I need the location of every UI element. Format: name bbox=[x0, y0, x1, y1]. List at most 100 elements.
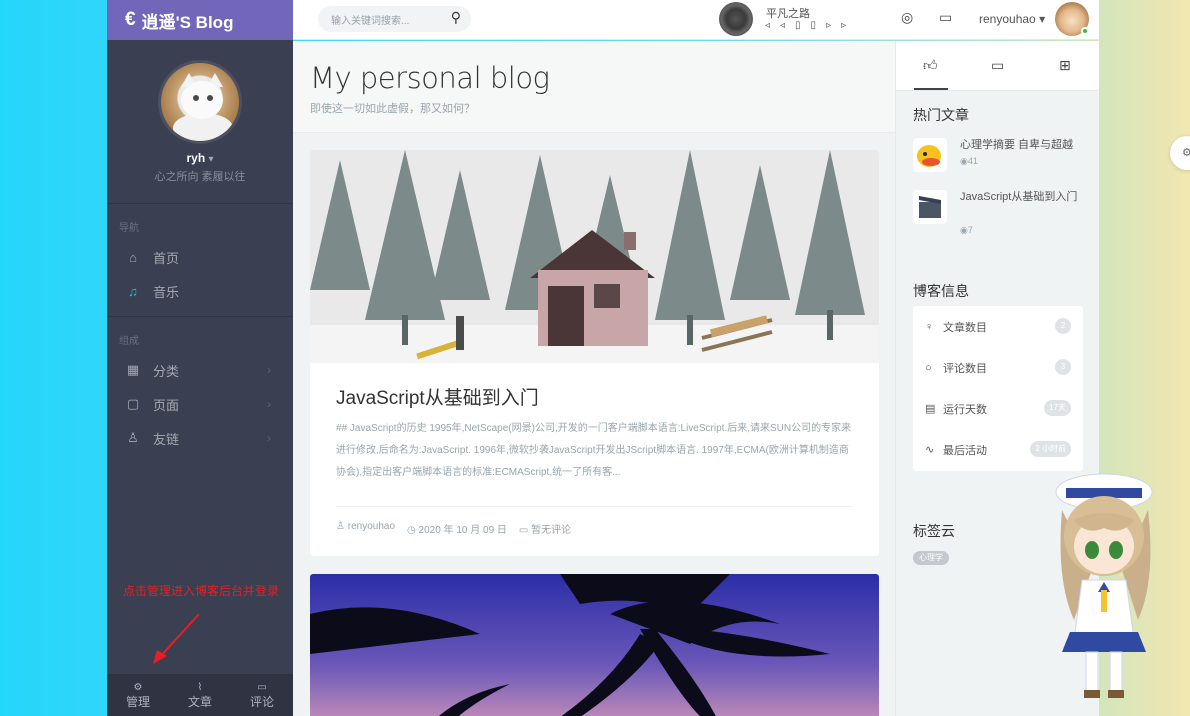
music-cover[interactable] bbox=[719, 2, 753, 36]
profile-name-label: ryh bbox=[186, 151, 206, 165]
page-subtitle: 即使这一切如此虚假，那又如何？ bbox=[310, 103, 475, 115]
user-icon: ♙ bbox=[127, 430, 139, 445]
info-label: 评论数目 bbox=[943, 362, 987, 375]
compose-header: 组成 bbox=[119, 336, 139, 347]
profile: ryh ▾ 心之所向 素履以往 bbox=[107, 40, 293, 204]
gear-icon: ⚙ bbox=[133, 682, 143, 693]
info-row-posts: ♀ 文章数目 2 bbox=[913, 306, 1083, 347]
clapper-thumbnail bbox=[913, 190, 947, 224]
sidebar-item-music[interactable]: ♫ 音乐 bbox=[107, 274, 293, 308]
brand-logo[interactable]: € 逍遥'S Blog bbox=[107, 0, 293, 40]
search-input[interactable]: 输入关键词搜索... ⚲ bbox=[318, 6, 471, 32]
post-author: ♙ renyouhao bbox=[336, 521, 395, 536]
post-date-label: 2020 年 10 月 09 日 bbox=[418, 525, 507, 536]
page-header: My personal blog 即使这一切如此虚假，那又如何？ bbox=[293, 41, 895, 133]
search-icon[interactable]: ⚲ bbox=[451, 9, 461, 26]
sidebar-item-links[interactable]: ♙ 友链 › bbox=[107, 421, 293, 455]
chevron-right-icon: › bbox=[267, 363, 271, 377]
sidebar-item-home[interactable]: ⌂ 首页 bbox=[107, 240, 293, 274]
page-title: My personal blog bbox=[310, 61, 550, 95]
tab-hot-thumbs-up-icon[interactable]: 👍︎ bbox=[923, 57, 938, 74]
compose-section: 组成 ▦ 分类 › ▢ 页面 › ♙ 友链 › bbox=[107, 317, 293, 455]
admin-label: 管理 bbox=[125, 695, 150, 709]
comments-button[interactable]: ▭ 评论 bbox=[250, 681, 274, 709]
posts-button[interactable]: ⌇ 文章 bbox=[188, 681, 212, 709]
info-row-comments: ○ 评论数目 3 bbox=[913, 347, 1083, 388]
tab-gift-icon[interactable]: ⊞ bbox=[1059, 57, 1071, 74]
sidebar-item-pages[interactable]: ▢ 页面 › bbox=[107, 387, 293, 421]
arrow-icon bbox=[153, 613, 200, 664]
music-icon: ♫ bbox=[128, 283, 138, 299]
bulb-icon: ♀ bbox=[925, 320, 934, 333]
user-menu[interactable]: renyouhao ▾ bbox=[979, 12, 1045, 26]
song-title: 平凡之路 bbox=[766, 8, 810, 20]
hot-post-views-count: 41 bbox=[967, 156, 978, 166]
comment-icon: ▭ bbox=[518, 525, 532, 536]
calendar-icon: ▤ bbox=[925, 403, 936, 415]
info-badge: 2 bbox=[1055, 318, 1071, 334]
sidebar-item-label: 音乐 bbox=[153, 284, 180, 300]
tag-chip[interactable]: 心理学 bbox=[913, 551, 949, 565]
eye-icon: ◉ bbox=[960, 225, 968, 235]
comments-label: 评论 bbox=[249, 695, 274, 709]
next-icon[interactable]: ▹▹ bbox=[826, 20, 856, 31]
avatar[interactable] bbox=[158, 60, 242, 144]
blog-info-panel: ♀ 文章数目 2 ○ 评论数目 3 ▤ 运行天数 17天 ∿ 最后活动 2 小时… bbox=[913, 306, 1083, 471]
info-label: 最后活动 bbox=[943, 444, 987, 457]
info-badge: 2 小时前 bbox=[1030, 441, 1071, 457]
profile-name[interactable]: ryh ▾ bbox=[107, 151, 293, 165]
chevron-right-icon: › bbox=[267, 397, 271, 411]
hot-post-item[interactable]: JavaScript从基础到入门 ◉7 bbox=[913, 190, 1093, 238]
post-cover-image[interactable] bbox=[310, 150, 879, 363]
grid-icon: ▦ bbox=[126, 362, 140, 377]
mascot-girl-image[interactable] bbox=[1052, 470, 1160, 702]
post-cover-image-second[interactable] bbox=[310, 574, 879, 716]
page-icon: ▢ bbox=[126, 396, 140, 411]
info-badge: 3 bbox=[1055, 359, 1071, 375]
hot-posts-title: 热门文章 bbox=[913, 107, 969, 123]
tab-comments-message-icon[interactable]: ▭ bbox=[991, 57, 1004, 74]
hot-post-item[interactable]: 心理学摘要 自卑与超越 ◉41 bbox=[913, 138, 1093, 174]
post-title[interactable]: JavaScript从基础到入门 bbox=[336, 383, 853, 410]
previous-icon[interactable]: ◃◃ bbox=[765, 20, 795, 31]
info-badge: 17天 bbox=[1044, 400, 1071, 416]
settings-float-button[interactable]: ⚙ bbox=[1170, 136, 1190, 170]
info-row-days: ▤ 运行天数 17天 bbox=[913, 388, 1083, 429]
top-header: 输入关键词搜索... ⚲ 平凡之路 ◃◃▯▯▹▹ ◎ ▭ renyouhao ▾ bbox=[293, 0, 1099, 40]
target-icon[interactable]: ◎ bbox=[901, 9, 913, 26]
post-author-label: renyouhao bbox=[347, 521, 396, 532]
chevron-right-icon: › bbox=[267, 431, 271, 445]
username: renyouhao bbox=[979, 12, 1036, 26]
nav-section: 导航 ⌂ 首页 ♫ 音乐 bbox=[107, 204, 293, 317]
sidebar-footer: ⚙ 管理 ⌇ 文章 ▭ 评论 bbox=[107, 674, 293, 716]
sidebar-item-label: 页面 bbox=[153, 397, 180, 413]
sidebar-item-category[interactable]: ▦ 分类 › bbox=[107, 353, 293, 387]
duck-thumbnail bbox=[913, 138, 947, 172]
caret-down-icon: ▾ bbox=[1039, 12, 1046, 26]
post-card-second[interactable] bbox=[310, 574, 879, 716]
sidebar-item-label: 首页 bbox=[153, 250, 180, 266]
home-icon: ⌂ bbox=[129, 249, 137, 265]
search-placeholder: 输入关键词搜索... bbox=[331, 15, 410, 27]
music-controls: ◃◃▯▯▹▹ bbox=[765, 20, 856, 31]
online-status-dot bbox=[1081, 27, 1089, 35]
info-label: 文章数目 bbox=[943, 321, 987, 334]
admin-button[interactable]: ⚙ 管理 bbox=[126, 681, 150, 709]
hot-post-title: 心理学摘要 自卑与超越 bbox=[960, 139, 1074, 151]
sidebar: € 逍遥'S Blog ryh ▾ 心之所向 素履以往 导航 ⌂ 首页 ♫ 音乐… bbox=[107, 0, 293, 716]
pause-icon[interactable]: ▯▯ bbox=[795, 20, 826, 31]
euro-icon: € bbox=[125, 9, 136, 30]
post-comments[interactable]: ▭ 暂无评论 bbox=[519, 521, 571, 536]
post-comments-label: 暂无评论 bbox=[531, 525, 572, 536]
eye-icon: ◉ bbox=[960, 156, 968, 166]
pulse-icon: ∿ bbox=[925, 444, 935, 456]
hot-post-views: ◉41 bbox=[960, 156, 978, 167]
post-body: JavaScript从基础到入门 ## JavaScript的历史 1995年,… bbox=[310, 363, 879, 536]
post-card[interactable]: JavaScript从基础到入门 ## JavaScript的历史 1995年,… bbox=[310, 150, 879, 556]
post-date: ◷ 2020 年 10 月 09 日 bbox=[407, 521, 507, 536]
caret-down-icon: ▾ bbox=[208, 154, 214, 165]
hot-post-title: JavaScript从基础到入门 bbox=[960, 191, 1078, 203]
message-icon[interactable]: ▭ bbox=[939, 9, 952, 26]
post-excerpt: ## JavaScript的历史 1995年,NetScape(网景)公司,开发… bbox=[336, 423, 852, 478]
active-tab-indicator bbox=[914, 88, 948, 90]
